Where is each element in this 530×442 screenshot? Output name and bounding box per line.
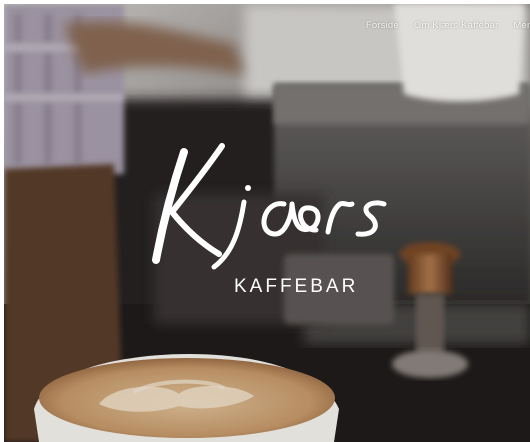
nav-link-menu[interactable]: Menu xyxy=(513,20,530,31)
page-frame: Forside Om Kjærs Kaffebar Menu xyxy=(4,4,530,442)
logo-subtitle: KAFFEBAR xyxy=(234,276,359,297)
nav-link-forside[interactable]: Forside xyxy=(366,20,399,31)
logo-script-mark xyxy=(152,143,387,270)
nav-link-om-kjaers-kaffebar[interactable]: Om Kjærs Kaffebar xyxy=(414,20,499,31)
brand-logo: KAFFEBAR xyxy=(144,142,394,312)
main-nav: Forside Om Kjærs Kaffebar Menu xyxy=(366,20,530,31)
